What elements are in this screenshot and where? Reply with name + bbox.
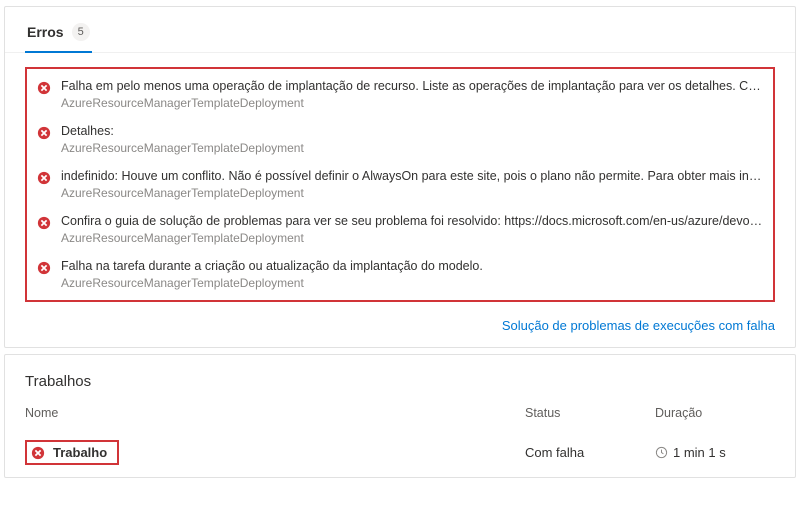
error-source: AzureResourceManagerTemplateDeployment	[61, 276, 763, 290]
tabs-bar: Erros 5	[5, 7, 795, 53]
error-icon	[37, 216, 51, 230]
error-item[interactable]: Falha em pelo menos uma operação de impl…	[31, 71, 769, 116]
jobs-table-header: Nome Status Duração	[5, 402, 795, 430]
error-icon	[31, 446, 45, 460]
error-text: indefinido: Houve um conflito. Não é pos…	[61, 169, 763, 200]
jobs-title: Trabalhos	[5, 355, 795, 402]
job-name-label: Trabalho	[53, 445, 107, 460]
error-item[interactable]: Confira o guia de solução de problemas p…	[31, 206, 769, 251]
error-icon	[37, 261, 51, 275]
errors-count-badge: 5	[72, 23, 90, 41]
error-source: AzureResourceManagerTemplateDeployment	[61, 186, 763, 200]
col-header-status: Status	[525, 406, 655, 420]
error-source: AzureResourceManagerTemplateDeployment	[61, 96, 763, 110]
error-source: AzureResourceManagerTemplateDeployment	[61, 141, 763, 155]
error-text: Detalhes: AzureResourceManagerTemplateDe…	[61, 124, 763, 155]
job-status-cell: Com falha	[525, 445, 655, 460]
col-header-name: Nome	[25, 406, 525, 420]
error-message: Falha na tarefa durante a criação ou atu…	[61, 259, 763, 273]
error-text: Confira o guia de solução de problemas p…	[61, 214, 763, 245]
error-item[interactable]: Falha na tarefa durante a criação ou atu…	[31, 251, 769, 296]
error-icon	[37, 171, 51, 185]
tab-errors[interactable]: Erros 5	[25, 17, 92, 53]
error-icon	[37, 81, 51, 95]
errors-panel: Erros 5 Falha em pelo menos uma operação…	[4, 6, 796, 348]
clock-icon	[655, 446, 668, 459]
job-duration-label: 1 min 1 s	[673, 445, 726, 460]
error-message: Falha em pelo menos uma operação de impl…	[61, 79, 763, 93]
job-name-highlight: Trabalho	[25, 440, 119, 465]
troubleshoot-link[interactable]: Solução de problemas de execuções com fa…	[502, 318, 775, 333]
error-message: Detalhes:	[61, 124, 763, 138]
job-duration-cell: 1 min 1 s	[655, 445, 775, 460]
error-source: AzureResourceManagerTemplateDeployment	[61, 231, 763, 245]
error-text: Falha em pelo menos uma operação de impl…	[61, 79, 763, 110]
job-row[interactable]: Trabalho Com falha 1 min 1 s	[5, 430, 795, 477]
error-item[interactable]: indefinido: Houve um conflito. Não é pos…	[31, 161, 769, 206]
error-text: Falha na tarefa durante a criação ou atu…	[61, 259, 763, 290]
troubleshoot-row: Solução de problemas de execuções com fa…	[5, 310, 795, 347]
error-message: Confira o guia de solução de problemas p…	[61, 214, 763, 228]
error-item[interactable]: Detalhes: AzureResourceManagerTemplateDe…	[31, 116, 769, 161]
error-icon	[37, 126, 51, 140]
col-header-duration: Duração	[655, 406, 775, 420]
job-name-cell: Trabalho	[25, 440, 525, 465]
errors-list-highlight: Falha em pelo menos uma operação de impl…	[25, 67, 775, 302]
error-message: indefinido: Houve um conflito. Não é pos…	[61, 169, 763, 183]
jobs-panel: Trabalhos Nome Status Duração Trabalho C…	[4, 354, 796, 478]
tab-errors-label: Erros	[27, 24, 64, 40]
